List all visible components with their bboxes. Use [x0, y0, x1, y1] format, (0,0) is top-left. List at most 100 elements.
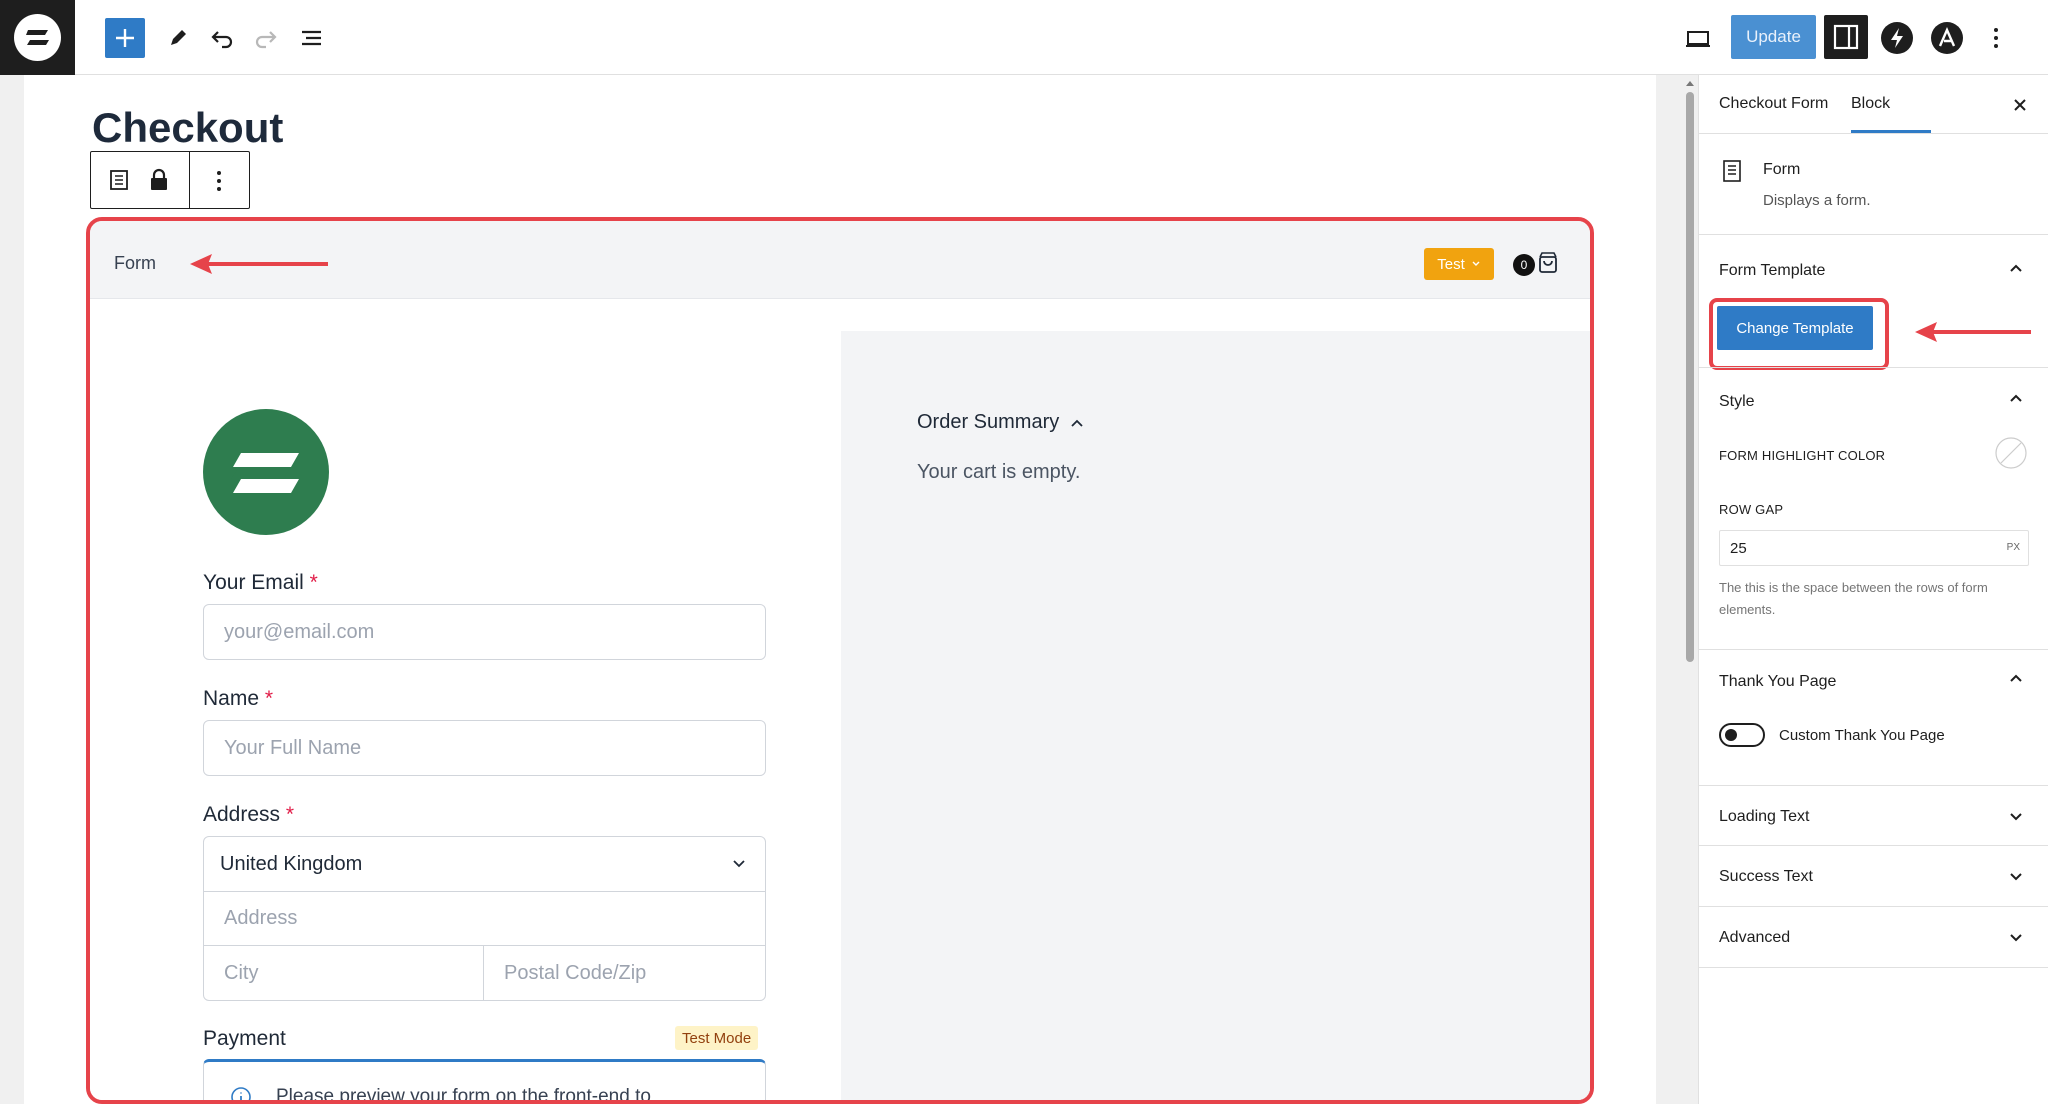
canvas-gutter-left [0, 75, 24, 1104]
form-block-icon [1723, 160, 1741, 182]
undo-icon [211, 31, 233, 49]
chevron-down-icon [1472, 261, 1480, 266]
preview-button[interactable] [1680, 20, 1716, 56]
chevron-down-icon[interactable] [2007, 867, 2025, 885]
address-label-text: Address [203, 803, 281, 826]
row-gap-label: ROW GAP [1719, 502, 1784, 517]
block-options-icon[interactable] [213, 168, 225, 194]
thank-you-heading[interactable]: Thank You Page [1719, 673, 1836, 691]
row-gap-help-text: The this is the space between the rows o… [1719, 580, 1988, 617]
block-name: Form [1763, 161, 1801, 178]
success-text-panel[interactable]: Success Text [1699, 845, 2048, 906]
row-gap-unit: PX [2006, 542, 2020, 553]
form-block-label: Form [114, 253, 156, 273]
required-marker: * [309, 571, 318, 594]
city-placeholder: City [224, 961, 259, 984]
page-title[interactable]: Checkout [92, 104, 283, 152]
empty-cart-text: Your cart is empty. [917, 461, 1081, 483]
payment-label: Payment [203, 1027, 286, 1050]
success-text-heading[interactable]: Success Text [1719, 868, 1813, 886]
undo-button[interactable] [204, 20, 240, 56]
change-template-button[interactable]: Change Template [1717, 306, 1873, 350]
settings-toggle-button[interactable] [1824, 15, 1868, 59]
advanced-panel[interactable]: Advanced [1699, 906, 2048, 967]
annotation-arrow-icon [190, 254, 328, 274]
city-input[interactable]: City [204, 946, 484, 1000]
surecart-logo-icon [14, 14, 61, 61]
test-mode-badge: Test Mode [675, 1026, 759, 1050]
color-picker-swatch-icon[interactable] [1994, 436, 2028, 470]
editor-top-bar: Update [0, 0, 2048, 75]
address-field-group: United Kingdom Address City Postal Code/… [203, 836, 766, 1001]
settings-sidebar: Checkout Form Block Form Displays a form… [1698, 75, 2048, 1104]
postal-placeholder: Postal Code/Zip [504, 961, 647, 984]
scroll-up-arrow-icon[interactable] [1684, 78, 1696, 88]
order-summary-toggle[interactable]: Order Summary [917, 411, 1085, 434]
divider [1699, 133, 2048, 134]
astra-plugin-button[interactable] [1931, 22, 1963, 54]
name-label-text: Name [203, 687, 260, 710]
custom-thank-you-label: Custom Thank You Page [1779, 727, 1945, 744]
address-placeholder: Address [224, 907, 298, 929]
block-toolbar [90, 151, 250, 209]
add-block-button[interactable] [105, 18, 145, 58]
tab-checkout-form[interactable]: Checkout Form [1719, 95, 1828, 133]
row-gap-value: 25 [1730, 539, 1747, 557]
order-summary-panel: Order Summary Your cart is empty. [841, 331, 1590, 1100]
site-logo-button[interactable] [0, 0, 75, 75]
form-body: Your Email * your@email.com Name * Your … [90, 299, 1590, 1100]
chevron-up-icon[interactable] [2007, 670, 2025, 688]
postal-code-input[interactable]: Postal Code/Zip [484, 946, 765, 1000]
chevron-down-icon[interactable] [2007, 928, 2025, 946]
annotation-arrow-icon [1915, 322, 2031, 342]
address-label: Address * [203, 803, 294, 827]
cart-count-badge: 0 [1513, 254, 1535, 276]
payment-notice: Please preview your form on the front-en… [203, 1059, 766, 1100]
cart-icon[interactable] [1537, 251, 1559, 275]
tab-checkout-form-label: Checkout Form [1719, 95, 1829, 112]
redo-button[interactable] [248, 20, 284, 56]
chevron-up-icon [1071, 419, 1083, 427]
close-icon[interactable] [2011, 96, 2029, 114]
advanced-heading[interactable]: Advanced [1719, 929, 1790, 947]
form-block-icon[interactable] [107, 168, 131, 192]
custom-thank-you-toggle[interactable] [1719, 723, 1765, 747]
brand-logo [203, 409, 329, 535]
update-button[interactable]: Update [1731, 15, 1816, 59]
info-icon [231, 1087, 251, 1100]
chevron-down-icon[interactable] [2007, 807, 2025, 825]
form-template-heading[interactable]: Form Template [1719, 262, 1825, 280]
edit-tool-button[interactable] [160, 20, 196, 56]
name-input[interactable]: Your Full Name [203, 720, 766, 776]
options-menu-button[interactable] [1978, 20, 2014, 56]
style-heading[interactable]: Style [1719, 393, 1755, 411]
form-highlight-color-label: FORM HIGHLIGHT COLOR [1719, 448, 1886, 463]
surecart-plugin-button[interactable] [1881, 22, 1913, 54]
plus-icon [116, 29, 134, 47]
row-gap-input[interactable]: 25 PX [1719, 530, 2029, 566]
canvas-scrollbar-thumb[interactable] [1686, 92, 1694, 662]
address-line-input[interactable]: Address [204, 892, 765, 946]
email-label-text: Your Email [203, 571, 304, 594]
toolbar-separator [189, 152, 190, 208]
toggle-knob [1725, 729, 1737, 741]
lock-icon[interactable] [147, 167, 171, 193]
country-select[interactable]: United Kingdom [204, 837, 765, 892]
chevron-up-icon[interactable] [2007, 260, 2025, 278]
required-marker: * [285, 803, 295, 826]
test-mode-dropdown[interactable]: Test [1424, 248, 1494, 280]
required-marker: * [264, 687, 274, 710]
document-overview-button[interactable] [294, 20, 330, 56]
form-block[interactable]: Form Test 0 Your Email * your@email.com … [86, 217, 1594, 1104]
chevron-down-icon [733, 860, 745, 868]
divider [1699, 967, 2048, 968]
thank-you-panel: Thank You Page Custom Thank You Page [1699, 649, 2048, 785]
tab-block[interactable]: Block [1851, 95, 1890, 113]
email-input[interactable]: your@email.com [203, 604, 766, 660]
sidebar-icon [1833, 24, 1859, 50]
chevron-up-icon[interactable] [2007, 390, 2025, 408]
loading-text-heading[interactable]: Loading Text [1719, 808, 1809, 826]
loading-text-panel[interactable]: Loading Text [1699, 785, 2048, 845]
bolt-icon [1891, 28, 1903, 48]
astra-icon [1938, 27, 1956, 47]
